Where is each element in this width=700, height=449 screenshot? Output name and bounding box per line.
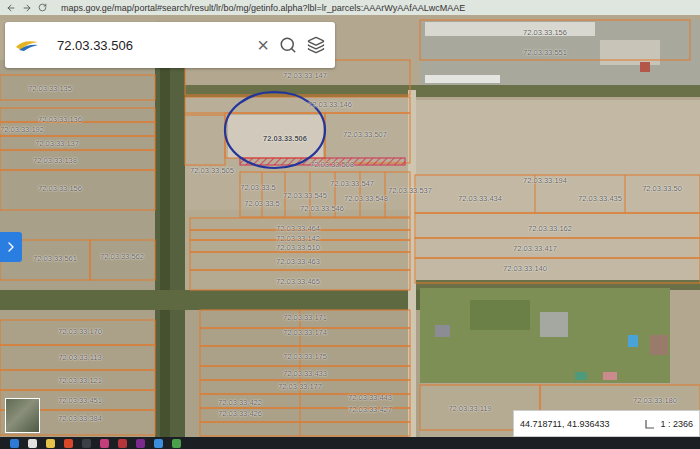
taskbar-app-icon[interactable] (10, 439, 19, 448)
parcel-label[interactable]: 72.03.33.463 (276, 257, 320, 266)
parcel-label[interactable]: 72.03.33.147 (283, 71, 327, 80)
reload-icon[interactable] (38, 3, 47, 12)
parcel-label[interactable]: 72.03.33.50 (642, 184, 682, 193)
taskbar-app-icon[interactable] (136, 439, 145, 448)
taskbar-app-icon[interactable] (64, 439, 73, 448)
parcel-label[interactable]: 72.03.33.434 (458, 194, 502, 203)
parcel-label[interactable]: 72.03.33.537 (388, 186, 432, 195)
parcel-label[interactable]: 72.03.33.5 (244, 199, 279, 208)
parcel-label[interactable]: 72.03.33.137 (35, 139, 79, 148)
parcel-label[interactable]: 72.03.33.384 (58, 414, 102, 423)
parcel-label[interactable]: 72.03.33.146 (308, 100, 352, 109)
parcel-label[interactable]: 72.03.33.464 (276, 224, 320, 233)
parcel-label[interactable]: 72.03.33.443 (348, 393, 392, 402)
parcel-label[interactable]: 72.03.33.113 (58, 353, 101, 362)
search-icon[interactable] (279, 36, 297, 54)
taskbar-app-icon[interactable] (118, 439, 127, 448)
taskbar-app-icon[interactable] (154, 439, 163, 448)
sidebar-toggle[interactable] (0, 232, 22, 262)
parcel-label[interactable]: 72.03.33.551 (523, 48, 567, 57)
parcel-label[interactable]: 72.03.33.506 (263, 134, 307, 143)
parcel-label[interactable]: 72.03.33.119 (448, 404, 491, 413)
parcel-label[interactable]: 72.03.33.547 (330, 179, 374, 188)
parcel-label[interactable]: 72.03.33.562 (100, 252, 144, 261)
parcel-label[interactable]: 72.03.33.435 (578, 194, 622, 203)
parcel-label[interactable]: 72.03.33.180 (633, 396, 677, 405)
page: maps.gov.ge/map/portal#search/result/lr/… (0, 0, 700, 449)
parcel-label[interactable]: 72.03.33.426 (218, 409, 262, 418)
url-text[interactable]: maps.gov.ge/map/portal#search/result/lr/… (61, 3, 465, 13)
taskbar-app-icon[interactable] (82, 439, 91, 448)
parcel-label[interactable]: 72.03.33.505 (190, 166, 234, 175)
layers-button[interactable] (307, 36, 325, 54)
parcel-label[interactable]: 72.03.33.427 (348, 405, 392, 414)
parcel-label[interactable]: 72.03.33.417 (513, 244, 557, 253)
parcel-label[interactable]: 72.03.33.156 (523, 28, 567, 37)
taskbar (0, 437, 700, 449)
parcel-label[interactable]: 72.03.33.192 (0, 125, 44, 134)
taskbar-app-icon[interactable] (28, 439, 37, 448)
parcel-label[interactable]: 72.03.33.135 (28, 84, 72, 93)
coordinates-text: 44.718711, 41.936433 (520, 419, 609, 429)
taskbar-app-icon[interactable] (46, 439, 55, 448)
scale-icon (645, 419, 655, 429)
parcel-label[interactable]: 72.03.33.156 (38, 184, 82, 193)
parcel-label[interactable]: 72.03.33.451 (58, 396, 102, 405)
parcel-label[interactable]: 72.03.33.121 (58, 376, 102, 385)
address-bar: maps.gov.ge/map/portal#search/result/lr/… (0, 0, 700, 15)
chevron-right-icon[interactable] (3, 239, 19, 255)
parcel-label[interactable]: 72.03.33.142 (276, 234, 320, 243)
search-button[interactable] (279, 36, 297, 54)
parcel-label[interactable]: 72.03.33.561 (33, 254, 77, 263)
status-box: 44.718711, 41.936433 1 : 2366 (513, 410, 700, 437)
parcel-label[interactable]: 72.03.33.140 (503, 264, 547, 273)
parcel-label[interactable]: 72.03.33.170 (58, 327, 102, 336)
forward-icon[interactable] (22, 3, 32, 13)
parcel-label[interactable]: 72.03.33.545 (283, 191, 327, 200)
back-icon[interactable] (6, 3, 16, 13)
map-area[interactable]: 72.03.33.156 72.03.33.551 72.03.33.147 72.0… (0, 15, 700, 437)
parcel-label[interactable]: 72.03.33.465 (276, 277, 320, 286)
parcel-label[interactable]: 72.03.33.175 (283, 352, 327, 361)
clear-button[interactable]: × (257, 35, 269, 55)
parcel-label[interactable]: 72.03.33.422 (218, 398, 262, 407)
parcel-label[interactable]: 72.03.33.162 (528, 224, 572, 233)
parcel-label[interactable]: 72.03.33.508 (310, 160, 354, 169)
search-input[interactable]: 72.03.33.506 (57, 38, 247, 53)
logo-icon[interactable] (15, 38, 39, 52)
taskbar-app-icon[interactable] (100, 439, 109, 448)
parcel-label[interactable]: 72.03.33.548 (344, 194, 388, 203)
parcel-label[interactable]: 72.03.33.5 (240, 183, 275, 192)
scale-text: 1 : 2366 (660, 419, 693, 429)
layers-icon[interactable] (307, 36, 325, 54)
parcel-label[interactable]: 72.03.33.177 (278, 382, 322, 391)
parcel-label[interactable]: 72.03.33.507 (343, 130, 387, 139)
map-canvas[interactable] (0, 15, 700, 437)
basemap-thumbnail[interactable] (5, 398, 40, 433)
parcel-label[interactable]: 72.03.33.136 (38, 115, 82, 124)
parcel-label[interactable]: 72.03.33.194 (523, 176, 567, 185)
parcel-label[interactable]: 72.03.33.510 (276, 243, 320, 252)
parcel-label[interactable]: 72.03.33.546 (300, 204, 344, 213)
parcel-label[interactable]: 72.03.33.433 (283, 369, 327, 378)
parcel-label[interactable]: 72.03.33.138 (33, 156, 77, 165)
parcel-label[interactable]: 72.03.33.171 (283, 313, 327, 322)
parcel-label[interactable]: 72.03.33.174 (283, 328, 327, 337)
scale-group: 1 : 2366 (645, 419, 693, 429)
search-box: 72.03.33.506 × (5, 22, 335, 68)
taskbar-app-icon[interactable] (172, 439, 181, 448)
